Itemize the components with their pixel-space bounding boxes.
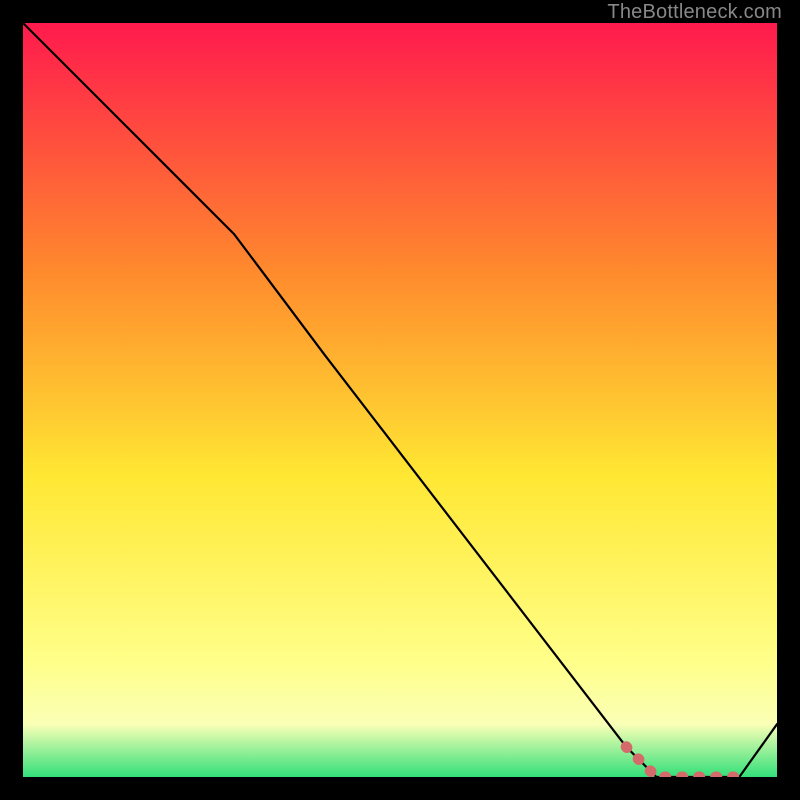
bottleneck-chart	[23, 23, 777, 777]
attribution-text: TheBottleneck.com	[607, 1, 782, 24]
